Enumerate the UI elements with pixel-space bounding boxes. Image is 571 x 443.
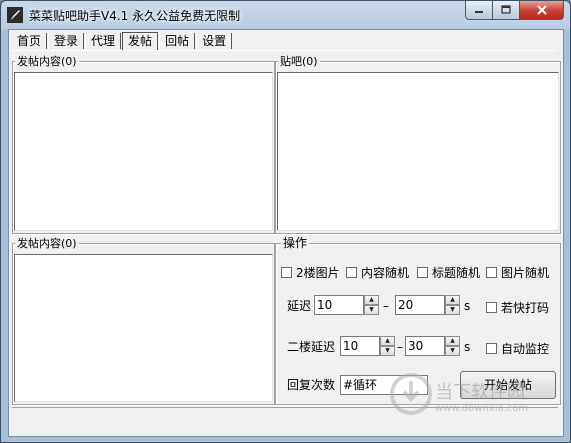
checkbox-label: 内容随机 (361, 266, 410, 280)
window-title: 菜菜贴吧助手V4.1 永久公益免费无限制 (29, 9, 241, 23)
checkbox-image-random[interactable]: 图片随机 (486, 264, 549, 281)
tieba-group: 贴吧(0) (275, 55, 561, 234)
title-bar[interactable]: 菜菜贴吧助手V4.1 永久公益免费无限制 (1, 1, 570, 29)
tab-bar: 首页 登录 代理 发帖 回帖 设置 (12, 32, 233, 51)
checkbox-label: 图片随机 (501, 266, 550, 280)
second-floor-delay-min-input[interactable]: 10 (340, 336, 380, 356)
checkbox-box[interactable] (486, 267, 497, 278)
close-icon (536, 5, 547, 15)
checkbox-fast-captcha[interactable]: 若快打码 (486, 299, 549, 316)
second-floor-delay-max-input[interactable]: 30 (405, 336, 445, 356)
delay-label: 延迟 (287, 299, 312, 313)
delay-unit: s (464, 299, 471, 313)
triangle-up-icon[interactable]: ▲ (364, 295, 379, 305)
delay-dash: – (383, 299, 389, 313)
group-label: 操作 (281, 236, 310, 250)
spinner-arrows: ▲ ▼ (380, 336, 395, 356)
triangle-down-icon[interactable]: ▼ (445, 305, 460, 315)
checkbox-box[interactable] (417, 267, 428, 278)
second-floor-delay-max-spinner[interactable]: 30 ▲ ▼ (405, 336, 460, 356)
minimize-icon (475, 11, 483, 13)
checkbox-box[interactable] (281, 267, 292, 278)
second-floor-delay-dash: – (397, 340, 403, 354)
delay-min-input[interactable]: 10 (314, 295, 364, 315)
tab-post[interactable]: 发帖 (122, 32, 159, 50)
checkbox-content-random[interactable]: 内容随机 (346, 264, 409, 281)
triangle-down-icon[interactable]: ▼ (445, 346, 460, 356)
second-floor-delay-min-spinner[interactable]: 10 ▲ ▼ (340, 336, 395, 356)
tab-proxy[interactable]: 代理 (85, 33, 122, 49)
checkbox-box[interactable] (486, 343, 497, 354)
reply-count-label: 回复次数 (287, 378, 336, 392)
app-window: 菜菜贴吧助手V4.1 永久公益免费无限制 首页 登录 代理 发帖 回帖 设置 发… (0, 0, 571, 443)
group-label: 发帖内容(0) (15, 55, 79, 68)
delay-max-spinner[interactable]: 20 ▲ ▼ (395, 295, 460, 315)
tieba-list-textbox[interactable] (277, 72, 559, 231)
maximize-button[interactable] (493, 1, 520, 20)
checkbox-label: 2楼图片 (296, 266, 340, 280)
delay-min-spinner[interactable]: 10 ▲ ▼ (314, 295, 379, 315)
triangle-up-icon[interactable]: ▲ (380, 336, 395, 346)
spinner-arrows: ▲ ▼ (364, 295, 379, 315)
minimize-button[interactable] (465, 1, 493, 20)
triangle-down-icon[interactable]: ▼ (380, 346, 395, 356)
caption-buttons (465, 1, 564, 20)
post-content-textbox-top[interactable] (14, 72, 273, 231)
tab-login[interactable]: 登录 (48, 33, 85, 49)
spinner-arrows: ▲ ▼ (445, 295, 460, 315)
post-content-group-top: 发帖内容(0) (12, 55, 275, 234)
watermark-logo-icon (390, 373, 432, 415)
watermark: 当下软件园 www.downxia.com (389, 366, 549, 426)
checkbox-box[interactable] (486, 302, 497, 313)
second-floor-delay-unit: s (464, 340, 471, 354)
second-floor-delay-label: 二楼延迟 (287, 340, 336, 354)
maximize-icon (501, 5, 511, 14)
checkbox-box[interactable] (346, 267, 357, 278)
tab-settings[interactable]: 设置 (196, 33, 233, 49)
tab-reply[interactable]: 回帖 (159, 33, 196, 49)
close-button[interactable] (520, 1, 564, 20)
group-label: 贴吧(0) (278, 55, 320, 68)
watermark-url: www.downxia.com (435, 403, 529, 414)
watermark-title: 当下软件园 (435, 382, 525, 403)
triangle-down-icon[interactable]: ▼ (364, 305, 379, 315)
checkbox-label: 若快打码 (501, 301, 550, 315)
post-content-group-bottom: 发帖内容(0) (12, 237, 275, 405)
checkbox-title-random[interactable]: 标题随机 (417, 264, 480, 281)
delay-max-input[interactable]: 20 (395, 295, 445, 315)
post-content-textbox-bottom[interactable] (14, 254, 273, 402)
checkbox-2floor-image[interactable]: 2楼图片 (281, 264, 340, 281)
checkbox-auto-monitor[interactable]: 自动监控 (486, 340, 549, 357)
pencil-icon (7, 7, 23, 23)
checkbox-label: 标题随机 (432, 266, 481, 280)
triangle-up-icon[interactable]: ▲ (445, 336, 460, 346)
tab-home[interactable]: 首页 (12, 33, 48, 49)
group-label: 发帖内容(0) (15, 237, 79, 250)
tab-divider (12, 50, 557, 51)
checkbox-label: 自动监控 (501, 342, 550, 356)
spinner-arrows: ▲ ▼ (445, 336, 460, 356)
triangle-up-icon[interactable]: ▲ (445, 295, 460, 305)
